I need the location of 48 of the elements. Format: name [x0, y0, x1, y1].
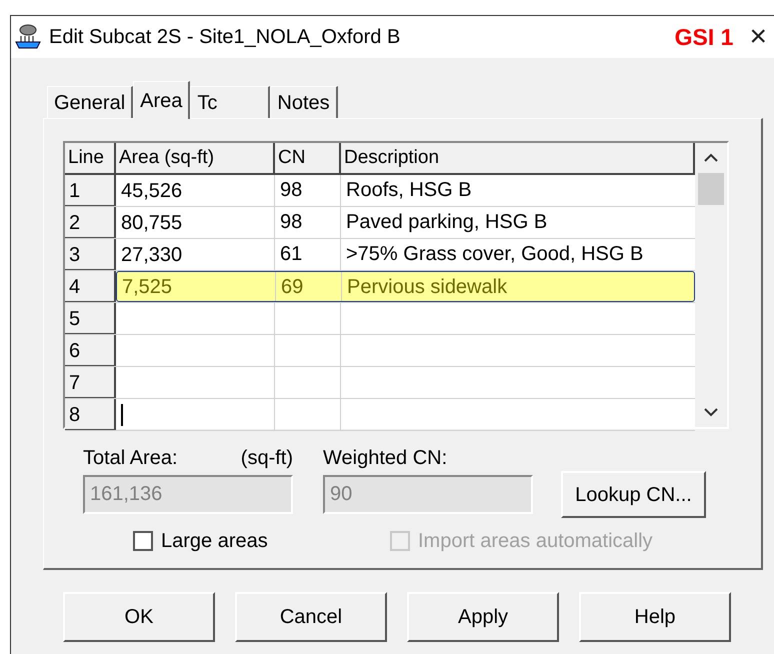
row-number: 2	[65, 207, 116, 238]
column-header: Area (sq-ft)	[116, 143, 275, 173]
description-cell-text: Roofs, HSG B	[345, 178, 473, 203]
description-cell-text: Paved parking, HSG B	[345, 210, 548, 235]
area-cell: 7,525	[117, 272, 276, 301]
dialog-button[interactable]: Apply	[407, 592, 559, 642]
column-header: CN	[275, 143, 341, 173]
row-number: 5	[65, 303, 116, 334]
dialog-button[interactable]: OK	[63, 592, 215, 642]
row-number: 6	[65, 335, 116, 366]
dialog-button[interactable]: Cancel	[235, 592, 387, 642]
close-button[interactable]: ×	[749, 22, 767, 52]
tab[interactable]: Area	[133, 81, 190, 119]
row-number: 7	[65, 367, 116, 398]
basin-icon	[15, 24, 41, 50]
lookup-cn-button[interactable]: Lookup CN...	[561, 471, 706, 518]
checkbox[interactable]	[133, 531, 153, 551]
row-number: 4	[65, 271, 116, 302]
row-number: 3	[65, 239, 116, 270]
unit-label: (sq-ft)	[240, 446, 293, 471]
area-cell: 45,526	[116, 175, 275, 206]
scrollbar[interactable]	[695, 143, 727, 427]
checkbox-label: Import areas automatically	[418, 529, 653, 554]
description-cell-text: Pervious sidewalk	[346, 275, 508, 300]
total-area-label: Total Area:	[83, 446, 178, 471]
area-cell: 80,755	[116, 207, 275, 238]
scroll-thumb[interactable]	[698, 173, 724, 205]
area-cell: 27,330	[116, 239, 275, 270]
weighted-cn-label: Weighted CN:	[323, 447, 448, 469]
cn-cell: 98	[275, 207, 341, 238]
annotation-label: GSI 1	[674, 22, 734, 52]
tab[interactable]: Notes	[270, 86, 338, 118]
weighted-cn-field: 90	[323, 475, 533, 514]
cn-cell: 98	[275, 175, 341, 206]
cn-cell: 61	[275, 239, 341, 270]
tab[interactable]: Tc	[190, 86, 270, 118]
description-cell-text: >75% Grass cover, Good, HSG B	[345, 242, 644, 267]
cn-cell: 69	[276, 272, 342, 301]
tab[interactable]: General	[47, 86, 134, 118]
scroll-down-icon[interactable]	[704, 407, 718, 417]
window-title: Edit Subcat 2S - Site1_NOLA_Oxford B	[49, 25, 402, 50]
row-number: 1	[65, 175, 116, 206]
dialog-button[interactable]: Help	[579, 592, 731, 642]
row-number: 8	[65, 399, 116, 430]
checkbox-label: Large areas	[161, 529, 268, 554]
column-header: Line	[65, 143, 116, 173]
total-area-field: 161,136	[83, 475, 293, 514]
scroll-up-icon[interactable]	[704, 153, 718, 163]
